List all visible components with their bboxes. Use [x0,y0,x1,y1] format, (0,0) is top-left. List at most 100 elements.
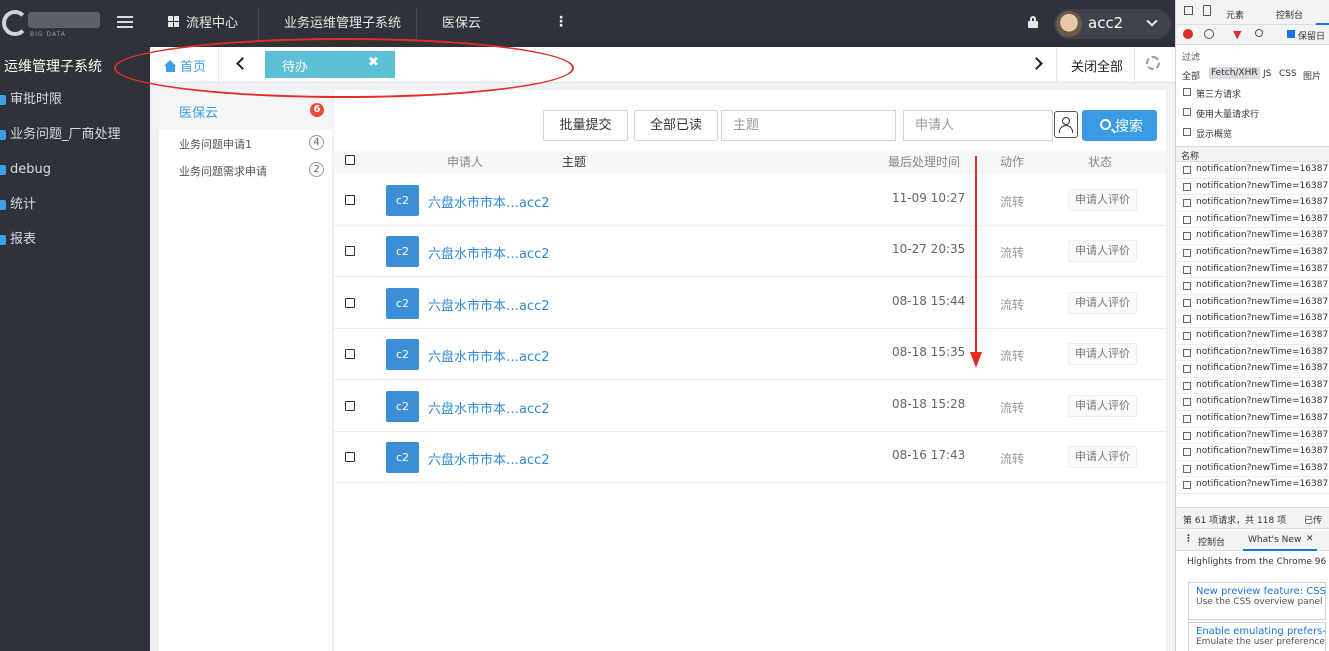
request-checkbox[interactable] [1183,365,1191,374]
request-checkbox[interactable] [1183,348,1191,357]
request-checkbox[interactable] [1183,315,1191,324]
tab-todo[interactable]: 待办 ✖ [265,51,395,78]
network-request-row[interactable]: notification?newTime=163877 [1176,179,1329,196]
table-row[interactable]: c2 六盘水市市本…acc2 11-09 10:27 流转 申请人评价 [334,175,1166,226]
whats-new-card-title[interactable]: New preview feature: CSS [1196,586,1326,597]
type-img[interactable]: 图片 [1303,69,1321,82]
filter-input[interactable]: 过滤 [1182,50,1200,63]
close-all-tabs-button[interactable]: 关闭全部 [1071,56,1123,75]
select-all-checkbox[interactable] [345,155,355,165]
applicant-search-input[interactable]: 申请人 [903,110,1053,141]
sidebar-item-statistics[interactable]: 统计 [0,195,150,230]
request-checkbox[interactable] [1183,398,1191,407]
sidebar-item-vendor-issues[interactable]: 业务问题_厂商处理 [0,125,150,160]
devtools-tab-console[interactable]: 控制台 [1276,8,1303,21]
search-button[interactable]: 搜索 [1082,110,1157,141]
network-request-row[interactable]: notification?newTime=163877 [1176,228,1329,245]
category-group[interactable]: 医保云 6 [159,90,333,130]
sidebar-item-debug[interactable]: debug [0,160,150,195]
request-checkbox[interactable] [1183,332,1191,340]
drawer-tab-console[interactable]: 控制台 [1198,535,1225,548]
request-checkbox[interactable] [1183,249,1191,257]
network-request-row[interactable]: notification?newTime=163877 [1176,394,1329,411]
request-checkbox[interactable] [1183,448,1191,457]
drawer-tab-whats-new[interactable]: What's New [1248,535,1301,545]
inspect-icon[interactable] [1184,6,1193,15]
network-request-row[interactable]: notification?newTime=163877 [1176,311,1329,328]
request-checkbox[interactable] [1183,199,1191,208]
network-request-row[interactable]: notification?newTime=163877 [1176,328,1329,345]
request-checkbox[interactable] [1183,282,1191,291]
row-checkbox[interactable] [345,246,355,256]
user-menu[interactable]: acc2 [1054,9,1171,39]
row-checkbox[interactable] [345,298,355,308]
network-request-row[interactable]: notification?newTime=163877 [1176,461,1329,478]
filter-icon[interactable]: ▼ [1233,28,1241,41]
type-js[interactable]: JS [1263,69,1271,79]
network-request-row[interactable]: notification?newTime=163877 [1176,295,1329,312]
record-icon[interactable] [1183,29,1193,39]
whats-new-card-title[interactable]: Enable emulating prefers- [1196,626,1326,637]
device-icon[interactable] [1203,5,1211,16]
category-item-label[interactable]: 业务问题申请1 [179,136,252,152]
row-checkbox[interactable] [345,349,355,359]
network-request-row[interactable]: notification?newTime=163877 [1176,195,1329,212]
lock-icon[interactable] [1028,16,1038,28]
request-checkbox[interactable] [1183,431,1191,440]
more-menu-icon[interactable]: ⋮ [554,14,568,30]
tab-scroll-left-icon[interactable] [236,57,249,70]
devtools-tab-elements[interactable]: 元素 [1226,8,1244,21]
row-subject-link[interactable]: 六盘水市市本…acc2 [428,192,550,211]
request-checkbox[interactable] [1183,215,1191,224]
row-checkbox[interactable] [345,452,355,462]
request-checkbox[interactable] [1183,232,1191,241]
gear-icon[interactable] [1146,56,1160,70]
network-request-row[interactable]: notification?newTime=163877 [1176,212,1329,229]
row-subject-link[interactable]: 六盘水市市本…acc2 [428,398,550,417]
network-request-row[interactable]: notification?newTime=163877 [1176,345,1329,362]
network-request-row[interactable]: notification?newTime=163877 [1176,262,1329,279]
close-icon[interactable]: ✖ [368,55,379,70]
network-request-row[interactable]: notification?newTime=163877 [1176,444,1329,461]
menu-collapse-icon[interactable] [117,16,133,30]
network-request-row[interactable]: notification?newTime=163877 [1176,278,1329,295]
table-row[interactable]: c2 六盘水市市本…acc2 10-27 20:35 流转 申请人评价 [334,226,1166,277]
drawer-menu-icon[interactable]: ⋮ [1184,534,1193,544]
network-request-row[interactable]: notification?newTime=163877 [1176,162,1329,179]
large-rows-checkbox[interactable] [1183,108,1191,116]
mark-all-read-button[interactable]: 全部已读 [634,110,718,141]
type-css[interactable]: CSS [1279,69,1297,79]
user-picker-icon[interactable] [1054,111,1078,138]
request-checkbox[interactable] [1183,182,1191,191]
network-request-row[interactable]: notification?newTime=163877 [1176,428,1329,445]
close-icon[interactable]: ✕ [1306,534,1314,544]
batch-submit-button[interactable]: 批量提交 [543,110,628,141]
row-checkbox[interactable] [345,195,355,205]
request-checkbox[interactable] [1183,298,1191,307]
row-checkbox[interactable] [345,401,355,411]
network-request-row[interactable]: notification?newTime=163877 [1176,411,1329,428]
tab-home[interactable]: 首页 [164,56,206,75]
table-row[interactable]: c2 六盘水市市本…acc2 08-18 15:44 流转 申请人评价 [334,278,1166,329]
clear-icon[interactable] [1204,29,1214,39]
network-request-row[interactable]: notification?newTime=163877 [1176,378,1329,395]
request-checkbox[interactable] [1183,415,1191,423]
sidebar-item-reports[interactable]: 报表 [0,230,150,265]
request-checkbox[interactable] [1183,166,1191,174]
sidebar-item-approval-limit[interactable]: 审批时限 [0,90,150,125]
nav-medical-cloud[interactable]: 医保云 [442,0,481,47]
row-subject-link[interactable]: 六盘水市市本…acc2 [428,449,550,468]
nav-process-center[interactable]: 流程中心 [168,0,238,47]
request-checkbox[interactable] [1183,481,1191,490]
table-row[interactable]: c2 六盘水市市本…acc2 08-18 15:35 流转 申请人评价 [334,329,1166,380]
network-request-row[interactable]: notification?newTime=163877 [1176,361,1329,378]
preserve-log-checkbox[interactable] [1287,30,1295,38]
whats-new-card[interactable]: New preview feature: CSS Use the CSS ove… [1188,582,1326,620]
request-checkbox[interactable] [1183,381,1191,390]
network-request-row[interactable]: notification?newTime=163877 [1176,245,1329,262]
subject-search-input[interactable]: 主题 [721,110,896,141]
type-fetch-xhr[interactable]: Fetch/XHR [1209,67,1260,79]
search-icon[interactable] [1255,29,1263,37]
row-subject-link[interactable]: 六盘水市市本…acc2 [428,295,550,314]
row-subject-link[interactable]: 六盘水市市本…acc2 [428,243,550,262]
